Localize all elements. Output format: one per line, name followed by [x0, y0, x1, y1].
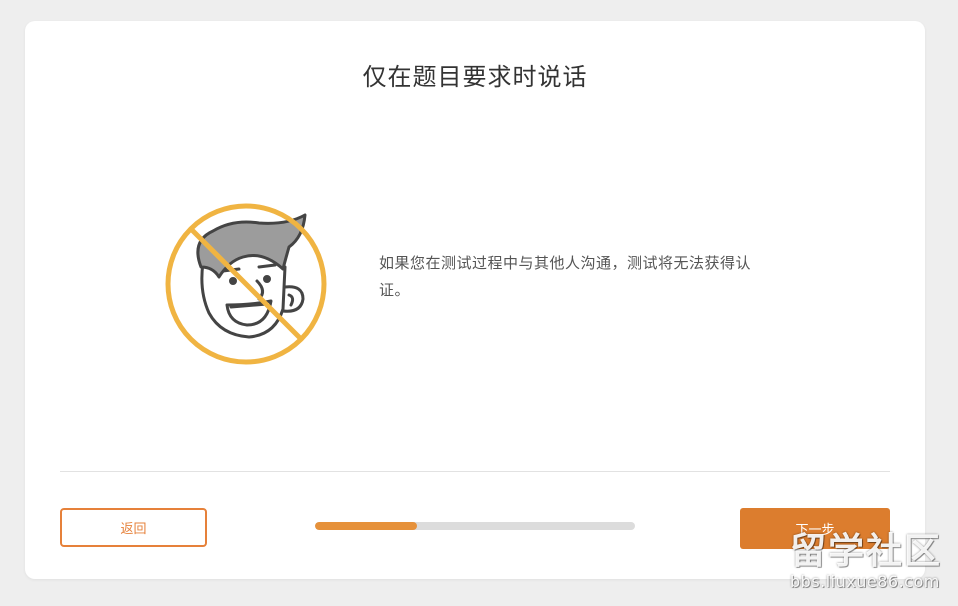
progress-bar — [315, 522, 635, 530]
progress-fill — [315, 522, 418, 530]
no-talking-face-icon — [163, 201, 329, 367]
next-button[interactable]: 下一步 — [740, 508, 890, 549]
dialog-card: 仅在题目要求时说话 如果您在测试过程中与其他人沟通，测试将无法获得认证。 返回 … — [25, 21, 925, 579]
divider — [60, 471, 890, 472]
warning-message: 如果您在测试过程中与其他人沟通，测试将无法获得认证。 — [379, 254, 752, 299]
back-button[interactable]: 返回 — [60, 508, 207, 547]
page-title: 仅在题目要求时说话 — [362, 63, 588, 91]
